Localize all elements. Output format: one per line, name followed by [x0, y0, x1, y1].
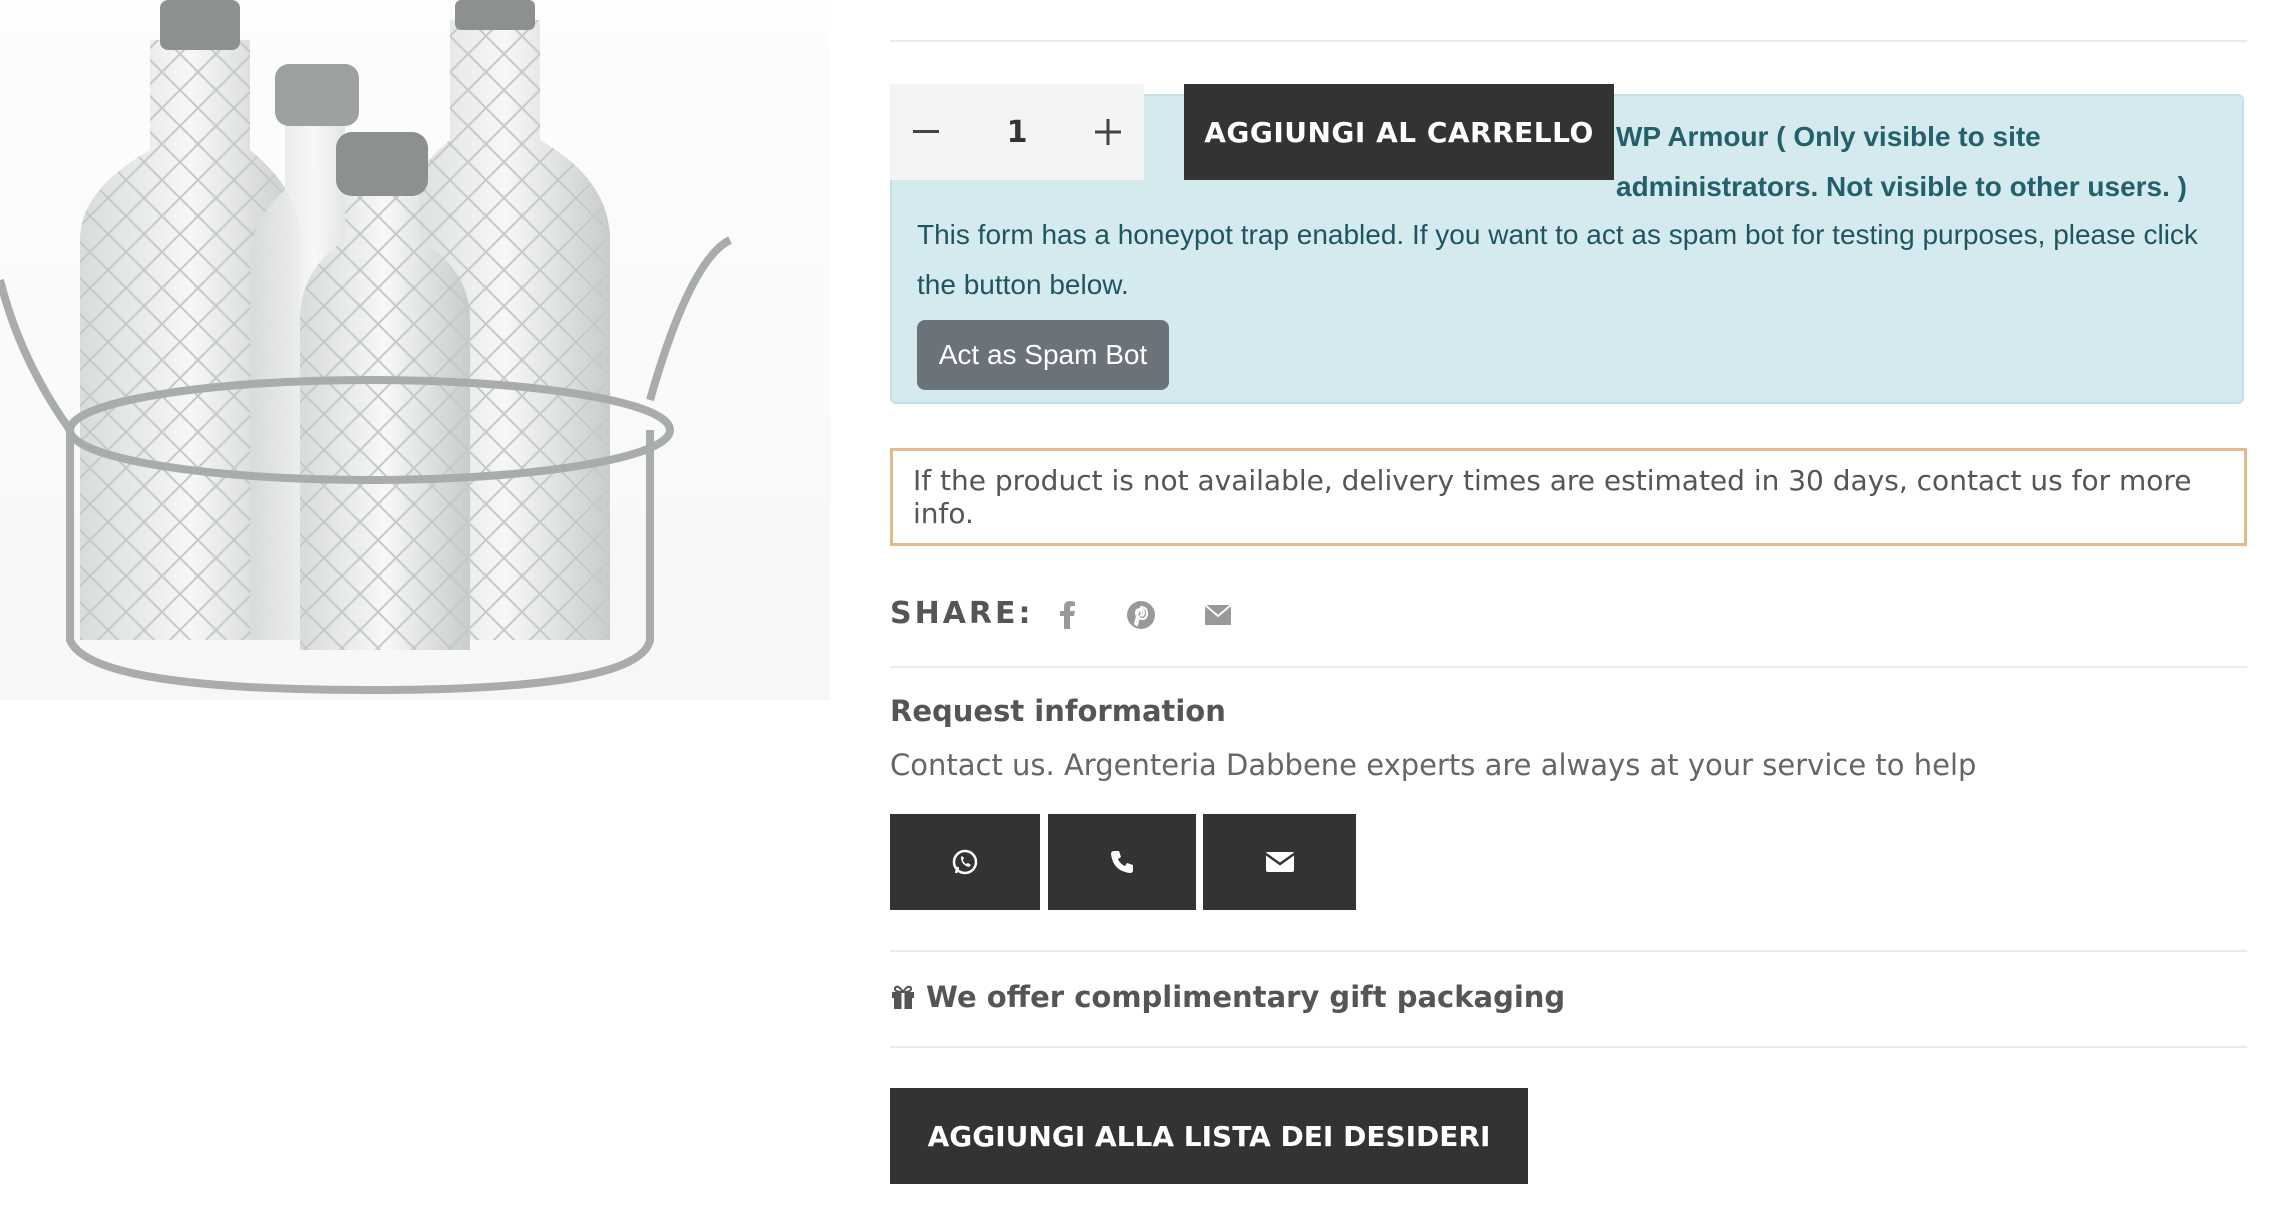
wp-armour-text: This form has a honeypot trap enabled. I… [917, 219, 2198, 300]
add-to-cart-button[interactable]: AGGIUNGI AL CARRELLO [1184, 84, 1614, 180]
email-contact-button[interactable] [1203, 814, 1356, 910]
gift-text: We offer complimentary gift packaging [926, 980, 1566, 1014]
request-info-text: Contact us. Argenteria Dabbene experts a… [890, 748, 1977, 782]
cruet-set-illustration [0, 0, 732, 695]
request-info-title: Request information [890, 694, 1226, 728]
whatsapp-icon [952, 849, 978, 875]
decrease-quantity-button[interactable] [890, 84, 962, 180]
envelope-icon [1264, 852, 1295, 872]
gift-bottom-divider [890, 1046, 2247, 1048]
gift-packaging: We offer complimentary gift packaging [890, 980, 1565, 1014]
share-divider [890, 666, 2247, 668]
plus-icon [1095, 119, 1121, 145]
top-divider [890, 40, 2247, 42]
share-label: SHARE: [890, 596, 1034, 631]
product-image [0, 0, 830, 700]
wp-armour-title: WP Armour ( Only visible to site adminis… [1616, 121, 2188, 202]
gift-icon [892, 985, 914, 1009]
facebook-icon[interactable] [1050, 598, 1084, 632]
phone-button[interactable] [1048, 814, 1196, 910]
quantity-stepper: 1 [890, 84, 1144, 180]
minus-icon [913, 130, 939, 133]
act-as-spam-bot-button[interactable]: Act as Spam Bot [917, 320, 1169, 390]
phone-icon [1111, 851, 1133, 873]
quantity-value[interactable]: 1 [1007, 115, 1028, 150]
add-to-wishlist-button[interactable]: AGGIUNGI ALLA LISTA DEI DESIDERI [890, 1088, 1528, 1184]
pinterest-icon[interactable] [1124, 598, 1158, 632]
increase-quantity-button[interactable] [1072, 84, 1144, 180]
delivery-notice: If the product is not available, deliver… [890, 448, 2247, 546]
delivery-notice-text: If the product is not available, deliver… [913, 464, 2192, 530]
gift-top-divider [890, 950, 2247, 952]
whatsapp-button[interactable] [890, 814, 1040, 910]
email-icon[interactable] [1201, 598, 1235, 632]
